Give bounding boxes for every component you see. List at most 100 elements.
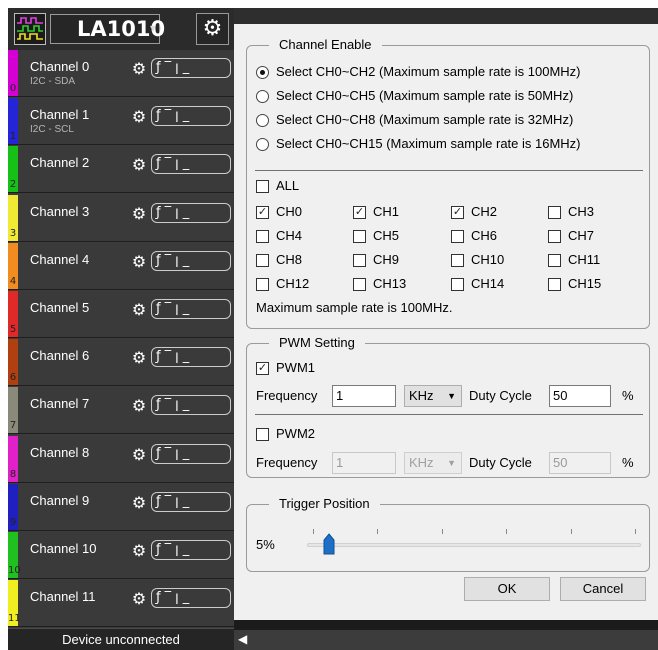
pwm2-checkbox[interactable] [256,428,269,441]
slider-tick [313,529,314,534]
channel-checkbox[interactable] [353,254,366,267]
channel-label[interactable]: Channel 4 [30,252,89,267]
channel-gear-icon[interactable]: ⚙ [130,60,148,78]
channel-gear-icon[interactable]: ⚙ [130,397,148,415]
channel-label[interactable]: Channel 7 [30,396,89,411]
channel-checkbox[interactable] [353,230,366,243]
trigger-edge-icons[interactable]: ƒ‾ꞁ_ [151,491,231,512]
channel-label[interactable]: Channel 9 [30,493,89,508]
trigger-edge-icons[interactable]: ƒ‾ꞁ_ [151,540,231,560]
all-checkbox[interactable] [256,180,269,193]
channel-label[interactable]: Channel 1 [30,107,89,122]
trigger-edge-icons[interactable]: ƒ‾ꞁ_ [151,395,231,416]
channel-checkbox[interactable] [256,254,269,267]
pwm1-unit-select[interactable]: KHz ▼ [404,385,462,407]
channel-row[interactable]: 2 Channel 2 ⚙ ƒ‾ꞁ_ [8,146,234,194]
scroll-left-icon[interactable]: ◀ [238,632,247,646]
channel-gear-icon[interactable]: ⚙ [130,252,148,271]
trigger-edge-icons[interactable]: ƒ‾ꞁ_ [151,588,231,609]
channel-label[interactable]: Channel 2 [30,155,89,170]
channel-gear-icon[interactable]: ⚙ [130,445,148,464]
channel-gear-icon[interactable]: ⚙ [130,301,148,319]
channel-gear-icon[interactable]: ⚙ [130,108,148,126]
channel-row[interactable]: 7 Channel 7 ⚙ ƒ‾ꞁ_ [8,387,234,435]
trigger-edge-icons[interactable]: ƒ‾ꞁ_ [151,154,231,175]
channel-checkbox-label: CH13 [373,276,407,291]
max-sample-rate-info: Maximum sample rate is 100MHz. [256,300,453,315]
channel-row[interactable]: 0 Channel 0 I2C - SDA ⚙ ƒ‾ꞁ_ [8,50,234,97]
trigger-position-group: Trigger Position 5% [246,496,650,572]
trigger-position-value: 5% [256,537,275,552]
horizontal-scrollbar[interactable]: ◀ [234,630,658,650]
channel-row[interactable]: 8 Channel 8 ⚙ ƒ‾ꞁ_ [8,435,234,483]
channel-row[interactable]: 10 Channel 10 ⚙ ƒ‾ꞁ_ [8,532,234,579]
channel-option-radio[interactable] [256,66,269,79]
channel-checkbox[interactable]: ✓ [451,206,464,219]
channel-row[interactable]: 3 Channel 3 ⚙ ƒ‾ꞁ_ [8,194,234,242]
channel-row[interactable]: 9 Channel 9 ⚙ ƒ‾ꞁ_ [8,483,234,531]
trigger-position-slider[interactable] [307,517,641,557]
device-settings-gear-icon[interactable]: ⚙ [196,13,229,45]
channel-number: 11 [8,613,21,625]
channel-label[interactable]: Channel 6 [30,348,89,363]
chevron-down-icon[interactable]: ▾ [146,20,160,36]
channel-label[interactable]: Channel 5 [30,300,89,315]
pwm2-unit-select[interactable]: KHz ▼ [404,452,462,474]
cancel-button[interactable]: Cancel [560,577,646,601]
chevron-down-icon: ▼ [447,458,456,468]
channel-row[interactable]: 4 Channel 4 ⚙ ƒ‾ꞁ_ [8,242,234,290]
channel-label[interactable]: Channel 3 [30,204,89,219]
channel-checkbox[interactable] [451,278,464,291]
pwm1-duty-input[interactable]: 50 [549,385,611,407]
channel-enable-group: Channel Enable Select CH0~CH2 (Maximum s… [246,37,650,329]
channel-option-radio[interactable] [256,138,269,151]
channel-gear-icon[interactable]: ⚙ [130,590,148,608]
channel-checkbox[interactable]: ✓ [256,206,269,219]
channel-label[interactable]: Channel 8 [30,445,89,460]
trigger-position-title: Trigger Position [269,496,380,511]
channel-checkbox[interactable] [256,278,269,291]
channel-gear-icon[interactable]: ⚙ [130,156,148,174]
slider-thumb[interactable] [323,533,335,555]
channel-checkbox-label: CH8 [276,252,303,267]
trigger-edge-icons[interactable]: ƒ‾ꞁ_ [151,299,231,319]
pwm2-frequency-input[interactable]: 1 [332,452,396,474]
channel-checkbox[interactable]: ✓ [353,206,366,219]
channel-option-label: Select CH0~CH2 (Maximum sample rate is 1… [276,64,581,79]
pwm2-duty-input[interactable]: 50 [549,452,611,474]
channel-gear-icon[interactable]: ⚙ [130,493,148,512]
channel-label[interactable]: Channel 0 [30,59,89,74]
channel-row[interactable]: 6 Channel 6 ⚙ ƒ‾ꞁ_ [8,339,234,387]
channel-option-radio[interactable] [256,114,269,127]
channel-gear-icon[interactable]: ⚙ [130,349,148,367]
pwm1-frequency-input[interactable]: 1 [332,385,396,407]
slider-tick [441,529,443,534]
channel-number: 2 [9,179,17,191]
trigger-edge-icons[interactable]: ƒ‾ꞁ_ [151,443,231,464]
channel-checkbox[interactable] [548,206,561,219]
channel-label[interactable]: Channel 11 [30,589,96,604]
channel-checkbox[interactable] [548,278,561,291]
channel-checkbox[interactable] [451,230,464,243]
channel-checkbox[interactable] [548,254,561,267]
trigger-edge-icons[interactable]: ƒ‾ꞁ_ [151,202,231,223]
channel-checkbox[interactable] [353,278,366,291]
channel-checkbox[interactable] [548,230,561,243]
channel-checkbox[interactable] [451,254,464,267]
pwm1-percent-label: % [622,388,634,403]
ok-button[interactable]: OK [464,577,550,601]
trigger-edge-icons[interactable]: ƒ‾ꞁ_ [151,250,231,271]
channel-row[interactable]: 5 Channel 5 ⚙ ƒ‾ꞁ_ [8,291,234,338]
channel-row[interactable]: 11 Channel 11 ⚙ ƒ‾ꞁ_ [8,580,234,628]
trigger-edge-icons[interactable]: ƒ‾ꞁ_ [151,58,231,78]
channel-row[interactable]: 1 Channel 1 I2C - SCL ⚙ ƒ‾ꞁ_ [8,98,234,146]
channel-gear-icon[interactable]: ⚙ [130,204,148,223]
trigger-edge-icons[interactable]: ƒ‾ꞁ_ [151,347,231,368]
channel-checkbox[interactable] [256,230,269,243]
pwm1-checkbox[interactable]: ✓ [256,362,269,375]
device-select[interactable]: LA1010 [50,14,165,44]
channel-label[interactable]: Channel 10 [30,541,97,556]
channel-option-radio[interactable] [256,90,269,103]
channel-gear-icon[interactable]: ⚙ [130,542,148,560]
trigger-edge-icons[interactable]: ƒ‾ꞁ_ [151,106,231,127]
